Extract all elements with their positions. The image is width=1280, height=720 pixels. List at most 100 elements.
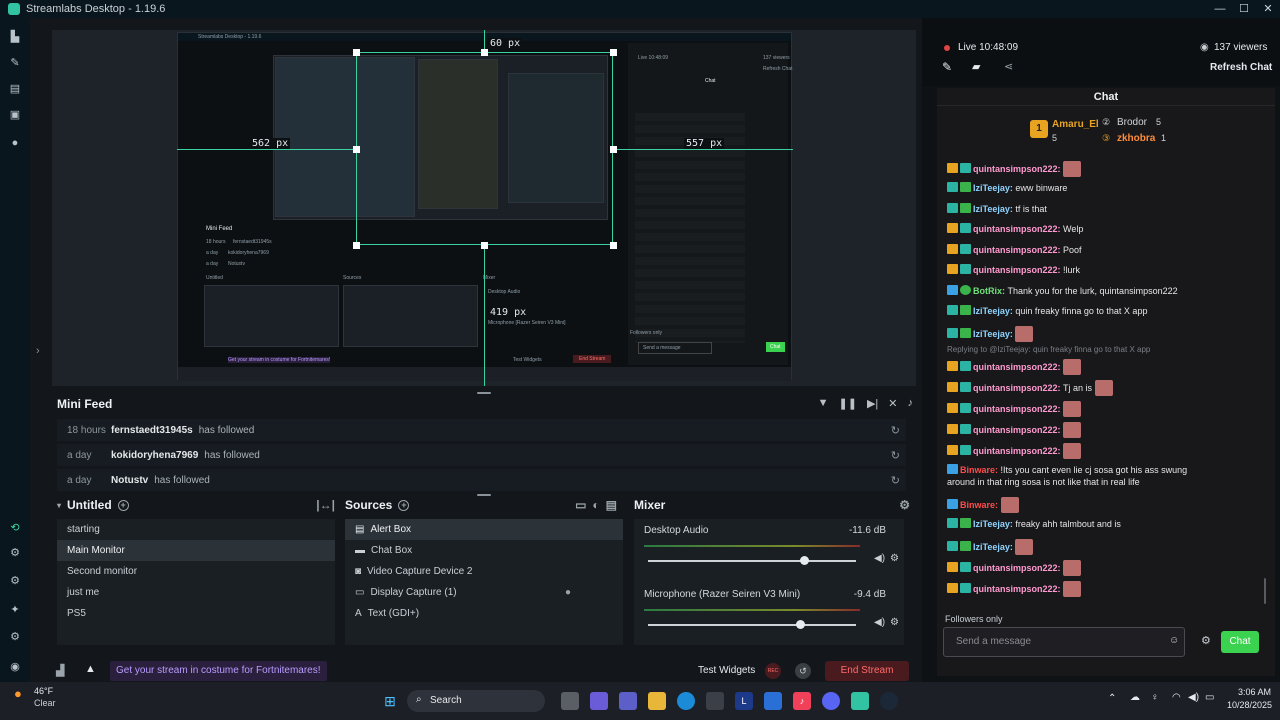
source-item[interactable]: A Text (GDI+) bbox=[345, 603, 623, 624]
dashboard-icon[interactable]: ⚙ bbox=[8, 574, 22, 588]
chat-send-button[interactable]: Chat bbox=[1221, 631, 1259, 653]
l-app-icon[interactable]: L bbox=[735, 692, 753, 710]
themes-nav-icon[interactable]: ✎ bbox=[8, 56, 22, 70]
volume-tray-icon[interactable]: ◀) bbox=[1188, 692, 1199, 703]
task-view-icon[interactable] bbox=[561, 692, 579, 710]
chat-username[interactable]: quintansimpson222: bbox=[973, 265, 1063, 275]
volume-icon[interactable]: ♪ bbox=[908, 397, 914, 410]
chat-username[interactable]: quintansimpson222: bbox=[973, 584, 1063, 594]
source-item[interactable]: ◙ Video Capture Device 2 bbox=[345, 561, 623, 582]
tray-overflow-icon[interactable]: ⌃ bbox=[1108, 693, 1116, 704]
mute-alerts-icon[interactable]: ✕ bbox=[888, 397, 897, 410]
steam-icon[interactable] bbox=[880, 692, 898, 710]
skip-icon[interactable]: ▶| bbox=[867, 397, 878, 410]
speaker-icon[interactable]: ◀) bbox=[874, 553, 885, 564]
apps-nav-icon[interactable]: ▣ bbox=[8, 108, 22, 122]
add-scene-button[interactable]: + bbox=[117, 499, 129, 511]
chat-username[interactable]: IziTeejay: bbox=[973, 204, 1015, 214]
source-item[interactable]: ▬ Chat Box bbox=[345, 540, 623, 561]
music-icon[interactable]: ♪ bbox=[793, 692, 811, 710]
weather-desc[interactable]: Clear bbox=[34, 698, 56, 708]
record-button[interactable]: REC bbox=[765, 663, 781, 679]
volume-knob[interactable] bbox=[795, 620, 805, 629]
stats-icon[interactable]: ▟ bbox=[56, 664, 64, 677]
chat-username[interactable]: quintansimpson222: bbox=[973, 563, 1063, 573]
scene-item[interactable]: Main Monitor bbox=[57, 540, 335, 561]
weather-temp[interactable]: 46°F bbox=[34, 686, 53, 696]
folder-icon[interactable]: ▰ bbox=[972, 60, 980, 73]
mixer-settings-icon[interactable]: ⚙ bbox=[899, 498, 910, 512]
repeat-alert-icon[interactable]: ↻ bbox=[891, 474, 900, 487]
resize-handle[interactable] bbox=[477, 494, 491, 496]
scene-collection-title[interactable]: Untitled bbox=[67, 498, 112, 512]
volume-knob[interactable] bbox=[800, 556, 809, 565]
source-item[interactable]: ▭ Display Capture (1) ● bbox=[345, 582, 623, 603]
lock-icon[interactable]: ● bbox=[565, 587, 571, 598]
discord-icon[interactable] bbox=[822, 692, 840, 710]
chat-username[interactable]: IziTeejay: bbox=[973, 519, 1015, 529]
edge-icon[interactable] bbox=[677, 692, 695, 710]
transition-icon[interactable]: |↔| bbox=[316, 498, 335, 512]
chat-username[interactable]: quintansimpson222: bbox=[973, 362, 1063, 372]
store-nav-icon[interactable]: ▤ bbox=[8, 82, 22, 96]
speaker-icon[interactable]: ◀) bbox=[874, 617, 885, 628]
wifi-icon[interactable]: ◠ bbox=[1172, 692, 1181, 703]
volume-slider[interactable] bbox=[648, 620, 856, 629]
chat-username[interactable]: quintansimpson222: bbox=[973, 383, 1063, 393]
edit-icon[interactable]: ✎ bbox=[942, 60, 952, 74]
settings-icon[interactable]: ⚙ bbox=[8, 630, 22, 644]
streamlabs-taskbar-icon[interactable] bbox=[851, 692, 869, 710]
channel-settings-icon[interactable]: ⚙ bbox=[890, 553, 899, 564]
volume-slider[interactable] bbox=[648, 556, 856, 565]
scene-item[interactable]: just me bbox=[57, 582, 335, 603]
source-item[interactable]: ▤ Alert Box bbox=[345, 519, 623, 540]
chat-username[interactable]: BotRix: bbox=[973, 286, 1008, 296]
filter-icon[interactable]: ▼ bbox=[818, 397, 829, 410]
chat-username[interactable]: IziTeejay: bbox=[973, 306, 1015, 316]
replay-buffer-icon[interactable]: ↺ bbox=[795, 663, 811, 679]
source-tools-icons[interactable]: ▭◐▤ bbox=[575, 498, 623, 512]
chat-username[interactable]: IziTeejay: bbox=[973, 183, 1015, 193]
chat-username[interactable]: quintansimpson222: bbox=[973, 164, 1063, 174]
studio-mode-icon[interactable]: ⟲ bbox=[8, 521, 22, 535]
windows-start-icon[interactable]: ⊞ bbox=[381, 692, 399, 710]
chevron-down-icon[interactable]: ▾ bbox=[57, 501, 61, 510]
stream-preview[interactable]: Streamlabs Desktop - 1.19.6 Mini Feed 18… bbox=[52, 30, 916, 386]
chat-username[interactable]: quintansimpson222: bbox=[973, 224, 1063, 234]
chat-username[interactable]: IziTeejay: bbox=[973, 329, 1015, 339]
teams-icon[interactable] bbox=[619, 692, 637, 710]
chat-scrollbar[interactable] bbox=[1264, 578, 1266, 604]
chat-username[interactable]: IziTeejay: bbox=[973, 542, 1015, 552]
copilot-icon[interactable] bbox=[590, 692, 608, 710]
chat-username[interactable]: Binware: bbox=[960, 500, 1001, 510]
editor-nav-icon[interactable]: ▙ bbox=[8, 30, 22, 44]
chat-username[interactable]: quintansimpson222: bbox=[973, 425, 1063, 435]
cloud-icon[interactable]: ☁ bbox=[1130, 692, 1140, 703]
store-icon[interactable] bbox=[706, 692, 724, 710]
minimize-button[interactable]: — bbox=[1208, 0, 1232, 18]
add-source-button[interactable]: + bbox=[398, 499, 410, 511]
battery-icon[interactable]: ▭ bbox=[1205, 692, 1214, 703]
draw-app-icon[interactable] bbox=[764, 692, 782, 710]
scene-item[interactable]: PS5 bbox=[57, 603, 335, 624]
repeat-alert-icon[interactable]: ↻ bbox=[891, 424, 900, 437]
resize-handle[interactable] bbox=[477, 392, 491, 394]
taskbar-search[interactable]: ⌕ Search bbox=[407, 690, 545, 712]
chat-username[interactable]: quintansimpson222: bbox=[973, 446, 1063, 456]
promo-banner[interactable]: Get your stream in costume for Fortnitem… bbox=[110, 661, 327, 681]
mic-icon[interactable]: ♀ bbox=[1151, 692, 1159, 703]
clock-date[interactable]: 10/28/2025 bbox=[1227, 700, 1272, 710]
layout-editor-icon[interactable]: ⚙ bbox=[8, 546, 22, 560]
scene-item[interactable]: Second monitor bbox=[57, 561, 335, 582]
maximize-button[interactable]: ☐ bbox=[1232, 0, 1256, 18]
file-explorer-icon[interactable] bbox=[648, 692, 666, 710]
chat-username[interactable]: quintansimpson222: bbox=[973, 245, 1063, 255]
scene-item[interactable]: starting bbox=[57, 519, 335, 540]
emote-picker-icon[interactable]: ☺ bbox=[1169, 635, 1179, 646]
record-nav-icon[interactable]: ● bbox=[8, 136, 22, 150]
selection-box[interactable] bbox=[356, 52, 613, 245]
chat-settings-icon[interactable]: ⚙ bbox=[1201, 634, 1211, 647]
pause-icon[interactable]: ❚❚ bbox=[839, 397, 857, 410]
chat-username[interactable]: quintansimpson222: bbox=[973, 404, 1063, 414]
profile-icon[interactable]: ◉ bbox=[8, 660, 22, 674]
